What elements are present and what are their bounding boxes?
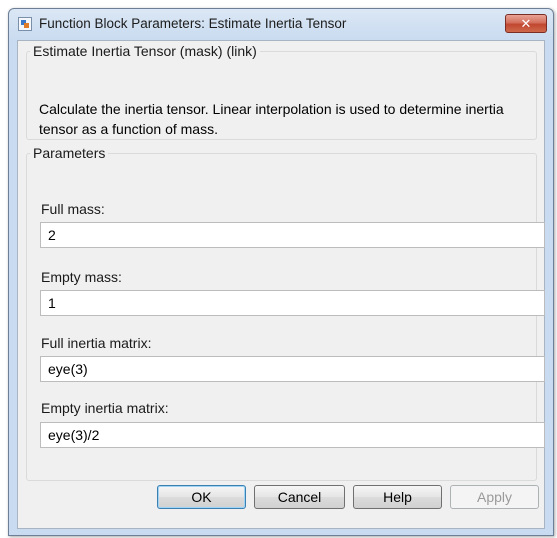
window-title: Function Block Parameters: Estimate Iner… bbox=[39, 16, 347, 31]
full-inertia-matrix-label: Full inertia matrix: bbox=[41, 335, 152, 351]
empty-mass-label: Empty mass: bbox=[41, 269, 122, 285]
full-mass-label: Full mass: bbox=[41, 201, 105, 217]
parameters-group-title: Parameters bbox=[33, 145, 106, 161]
close-button[interactable]: ✕ bbox=[505, 14, 547, 33]
ok-button[interactable]: OK bbox=[157, 485, 246, 509]
empty-mass-input[interactable] bbox=[40, 290, 545, 316]
dialog-window: Function Block Parameters: Estimate Iner… bbox=[8, 8, 554, 536]
cancel-button[interactable]: Cancel bbox=[254, 485, 345, 509]
block-parameters-icon bbox=[18, 17, 32, 31]
dialog-client-area: Estimate Inertia Tensor (mask) (link) Ca… bbox=[17, 40, 545, 529]
empty-inertia-matrix-label: Empty inertia matrix: bbox=[41, 400, 169, 416]
help-button[interactable]: Help bbox=[353, 485, 442, 509]
close-icon: ✕ bbox=[520, 16, 532, 31]
full-inertia-matrix-input[interactable] bbox=[40, 356, 545, 382]
title-bar[interactable]: Function Block Parameters: Estimate Iner… bbox=[9, 9, 553, 40]
parameters-group: Parameters Full mass: Empty mass: Full i… bbox=[26, 145, 545, 481]
description-group-title: Estimate Inertia Tensor (mask) (link) bbox=[33, 43, 257, 59]
empty-inertia-matrix-input[interactable] bbox=[40, 422, 545, 448]
full-mass-input[interactable] bbox=[40, 222, 545, 248]
description-text: Calculate the inertia tensor. Linear int… bbox=[39, 101, 504, 137]
description-group: Estimate Inertia Tensor (mask) (link) Ca… bbox=[26, 43, 537, 140]
apply-button[interactable]: Apply bbox=[450, 485, 539, 509]
